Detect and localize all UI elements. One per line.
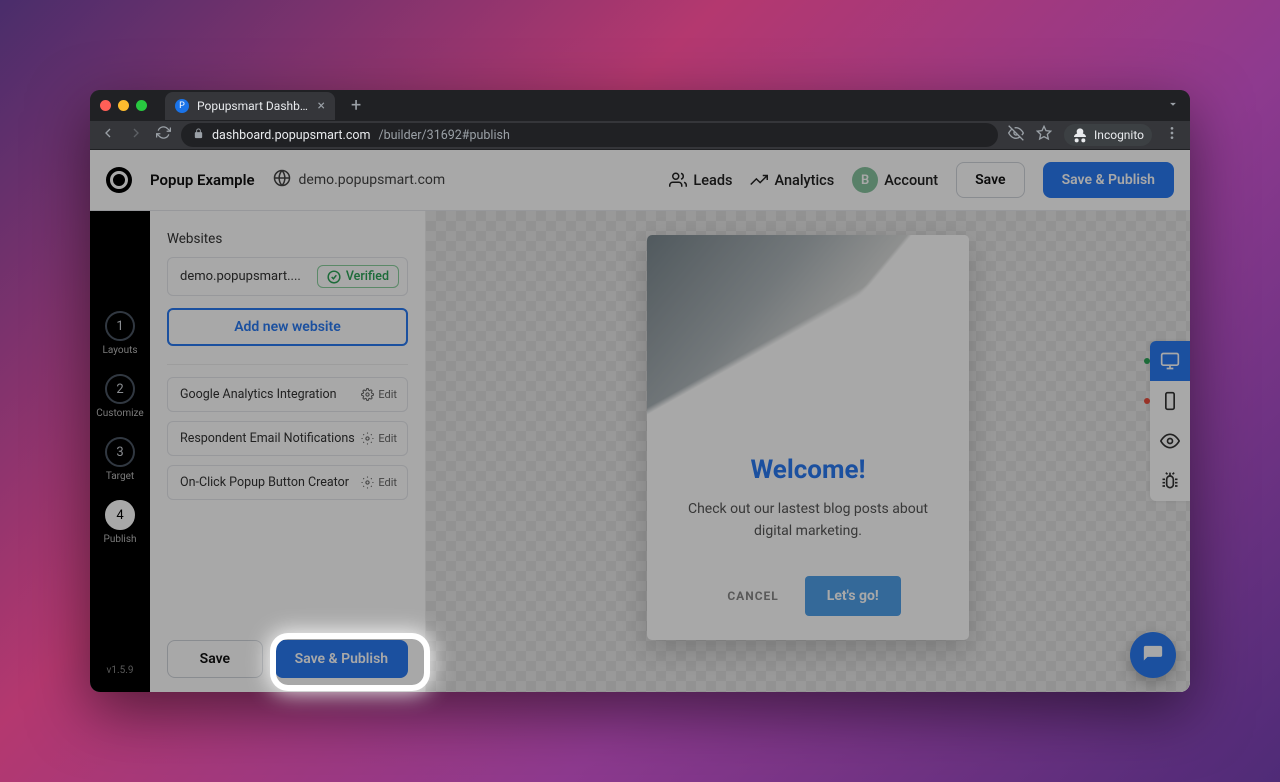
step-customize[interactable]: 2 Customize	[96, 374, 143, 419]
account-link[interactable]: B Account	[852, 167, 938, 193]
setting-label: Respondent Email Notifications	[180, 431, 355, 446]
workbench: 1 Layouts 2 Customize 3 Target 4 Publish…	[90, 211, 1190, 692]
fullscreen-window-button[interactable]	[136, 100, 147, 111]
step-publish[interactable]: 4 Publish	[104, 500, 137, 545]
app-logo[interactable]	[106, 167, 132, 193]
bookmark-star-icon[interactable]	[1036, 125, 1052, 145]
domain-text: demo.popupsmart.com	[299, 172, 446, 188]
close-tab-icon[interactable]: ×	[318, 99, 325, 113]
panel-save-publish-button[interactable]: Save & Publish	[275, 640, 408, 678]
divider	[167, 364, 408, 365]
forward-button[interactable]	[128, 125, 144, 145]
preview-visibility-button[interactable]	[1150, 421, 1190, 461]
desktop-view-button[interactable]	[1150, 341, 1190, 381]
app-topbar: Popup Example demo.popupsmart.com Leads …	[90, 150, 1190, 211]
tab-favicon: P	[175, 99, 189, 113]
panel-title: Websites	[167, 231, 408, 247]
lock-icon	[193, 128, 204, 143]
edit-link[interactable]: Edit	[361, 388, 397, 401]
app-viewport: Popup Example demo.popupsmart.com Leads …	[90, 150, 1190, 692]
setting-label: Google Analytics Integration	[180, 387, 337, 402]
topbar-save-publish-button[interactable]: Save & Publish	[1043, 162, 1174, 198]
avatar: B	[852, 167, 878, 193]
url-host: dashboard.popupsmart.com	[212, 128, 370, 143]
setting-label: On-Click Popup Button Creator	[180, 475, 349, 490]
popup-title: Welcome!	[669, 455, 947, 485]
website-domain: demo.popupsmart....	[180, 269, 301, 284]
eye-off-icon[interactable]	[1008, 125, 1024, 145]
tab-dropdown-icon[interactable]	[1166, 96, 1180, 115]
incognito-badge: Incognito	[1064, 124, 1152, 146]
add-website-button[interactable]: Add new website	[167, 308, 408, 346]
reload-button[interactable]	[156, 125, 171, 145]
panel-save-button[interactable]: Save	[167, 640, 263, 678]
popup-preview: × Welcome! Check out our lastest blog po…	[647, 235, 969, 640]
browser-tab[interactable]: P Popupsmart Dashboard ×	[165, 92, 335, 120]
browser-window: P Popupsmart Dashboard × + dashboard.pop…	[90, 90, 1190, 692]
popup-cancel-button[interactable]: CANCEL	[715, 576, 790, 616]
url-path: /builder/31692#publish	[378, 128, 509, 143]
popup-text: Check out our lastest blog posts about d…	[669, 499, 947, 542]
step-target[interactable]: 3 Target	[105, 437, 135, 482]
setting-onclick[interactable]: On-Click Popup Button Creator Edit	[167, 465, 408, 500]
new-tab-button[interactable]: +	[345, 95, 367, 116]
preview-canvas: × Welcome! Check out our lastest blog po…	[426, 211, 1190, 692]
chat-fab[interactable]	[1130, 632, 1176, 678]
debug-button[interactable]	[1150, 461, 1190, 501]
url-bar: dashboard.popupsmart.com/builder/31692#p…	[90, 121, 1190, 150]
analytics-label: Analytics	[774, 172, 834, 189]
setting-ga[interactable]: Google Analytics Integration Edit	[167, 377, 408, 412]
urlbar-right-icons: Incognito	[1008, 124, 1180, 146]
verified-badge: Verified	[317, 265, 399, 288]
edit-link[interactable]: Edit	[361, 476, 397, 489]
address-bar[interactable]: dashboard.popupsmart.com/builder/31692#p…	[181, 123, 998, 147]
topbar-save-button[interactable]: Save	[956, 162, 1024, 198]
view-toolbar	[1150, 341, 1190, 501]
step-rail: 1 Layouts 2 Customize 3 Target 4 Publish…	[90, 211, 150, 692]
minimize-window-button[interactable]	[118, 100, 129, 111]
leads-label: Leads	[693, 172, 732, 189]
analytics-link[interactable]: Analytics	[750, 171, 834, 189]
popup-name[interactable]: Popup Example	[150, 171, 255, 189]
version-text: v1.5.9	[107, 665, 134, 676]
domain-selector[interactable]: demo.popupsmart.com	[273, 169, 446, 191]
incognito-label: Incognito	[1094, 128, 1144, 142]
back-button[interactable]	[100, 125, 116, 145]
popup-hero-image	[647, 235, 969, 415]
globe-icon	[273, 169, 291, 191]
step-layouts[interactable]: 1 Layouts	[102, 311, 137, 356]
tab-strip: P Popupsmart Dashboard × +	[90, 90, 1190, 121]
tab-title: Popupsmart Dashboard	[197, 99, 310, 113]
setting-email[interactable]: Respondent Email Notifications Edit	[167, 421, 408, 456]
edit-link[interactable]: Edit	[361, 432, 397, 445]
website-row[interactable]: demo.popupsmart.... Verified	[167, 257, 408, 296]
leads-link[interactable]: Leads	[669, 171, 732, 189]
close-window-button[interactable]	[100, 100, 111, 111]
panel-footer: Save Save & Publish	[167, 630, 408, 678]
account-label: Account	[884, 172, 938, 189]
popup-cta-button[interactable]: Let's go!	[805, 576, 901, 616]
nav-arrows	[100, 125, 171, 145]
settings-panel: Websites demo.popupsmart.... Verified Ad…	[150, 211, 426, 692]
mobile-view-button[interactable]	[1150, 381, 1190, 421]
browser-menu-icon[interactable]	[1164, 125, 1180, 145]
window-controls	[100, 100, 147, 111]
